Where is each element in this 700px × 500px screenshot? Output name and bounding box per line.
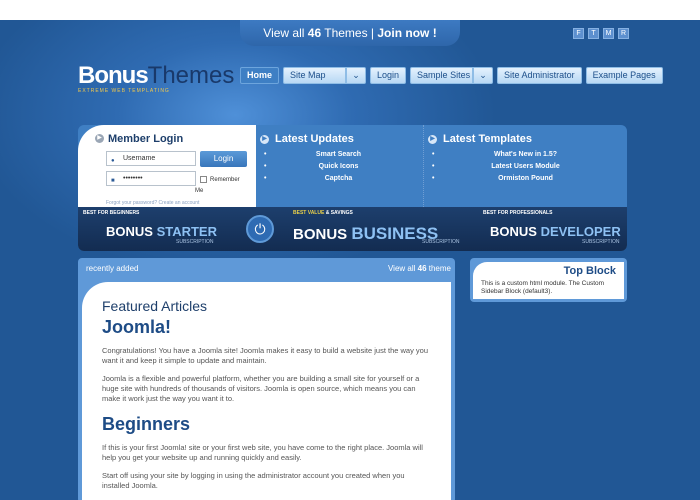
nav-sitemap-group: Site Map ⌄ xyxy=(283,67,367,84)
recently-added-label: recently added xyxy=(86,264,139,273)
featured-title: Featured Articles xyxy=(102,298,208,314)
plan-developer[interactable]: BEST FOR PROFESSIONALS BONUS DEVELOPER S… xyxy=(483,207,623,251)
rss-icon[interactable]: R xyxy=(618,28,629,39)
plan-sub: SUBSCRIPTION xyxy=(176,239,214,245)
latest-templates-title: Latest Templates xyxy=(443,133,533,145)
arrow-icon: ▶ xyxy=(428,135,437,144)
view-themes-banner[interactable]: View all 46 Themes | Join now ! xyxy=(240,20,460,46)
password-field[interactable]: ■ •••••••• xyxy=(106,171,196,186)
remember-label: Remember xyxy=(210,177,240,184)
plan-sub: SUBSCRIPTION xyxy=(582,239,620,245)
user-icon: ● xyxy=(111,158,115,164)
subscription-plans: BEST FOR BEGINNERS BONUS STARTER SUBSCRI… xyxy=(78,207,627,251)
article-paragraph: Start off using your site by logging in … xyxy=(102,471,405,490)
top-block-inner: Top Block This is a custom html module. … xyxy=(473,262,624,299)
remember-me[interactable]: Remember xyxy=(200,176,240,183)
page: View all 46 Themes | Join now ! F T M R … xyxy=(0,20,700,500)
theme-count: 46 xyxy=(307,26,322,40)
latest-templates: ▶ Latest Templates What's New in 1.5? Lat… xyxy=(423,125,627,207)
feature-strip: ▶ Member Login ● Username ■ •••••••• Login… xyxy=(78,125,627,251)
chevron-down-icon[interactable]: ⌄ xyxy=(473,67,494,84)
template-item[interactable]: Latest Users Module xyxy=(424,163,627,175)
nav-samples-group: Sample Sites ⌄ xyxy=(410,67,494,84)
plan-name: DEVELOPER xyxy=(540,224,621,239)
login-button[interactable]: Login xyxy=(200,151,247,167)
template-item[interactable]: What's New in 1.5? xyxy=(424,151,627,163)
social-icons: F T M R xyxy=(573,28,629,39)
plan-prefix: BONUS xyxy=(293,226,352,243)
facebook-icon[interactable]: F xyxy=(573,28,584,39)
update-item[interactable]: Smart Search xyxy=(256,151,421,163)
top-block-title: Top Block xyxy=(563,265,616,277)
mail-icon[interactable]: M xyxy=(603,28,614,39)
nav-home[interactable]: Home xyxy=(240,67,280,84)
main-content: recently added View all 46 theme Feature… xyxy=(78,258,455,500)
nav-login[interactable]: Login xyxy=(370,67,407,84)
article-paragraph: Joomla is a flexible and powerful platfo… xyxy=(102,374,420,403)
article-heading[interactable]: Beginners xyxy=(102,414,433,435)
main-nav: Home Site Map ⌄ Login Sample Sites ⌄ Sit… xyxy=(240,67,663,84)
lock-icon: ■ xyxy=(111,178,115,184)
twitter-icon[interactable]: T xyxy=(588,28,599,39)
plan-business[interactable]: BEST VALUE & SAVINGS BONUS BUSINESS SUBS… xyxy=(293,207,468,251)
plan-sub: SUBSCRIPTION xyxy=(422,239,460,245)
nav-example-pages[interactable]: Example Pages xyxy=(585,67,663,84)
update-item[interactable]: Captcha xyxy=(256,175,421,187)
chevron-down-icon[interactable]: ⌄ xyxy=(346,67,367,84)
remember-checkbox[interactable] xyxy=(200,176,207,183)
view-all-count: 46 xyxy=(417,264,427,273)
article-heading[interactable]: Joomla! xyxy=(102,317,433,338)
member-login-panel: ▶ Member Login ● Username ■ •••••••• Login… xyxy=(78,125,256,207)
nav-site-administrator[interactable]: Site Administrator xyxy=(497,67,582,84)
view-all-post: theme xyxy=(426,264,451,273)
plan-starter[interactable]: BEST FOR BEGINNERS BONUS STARTER SUBSCRI… xyxy=(83,207,223,251)
template-item[interactable]: Ormiston Pound xyxy=(424,175,627,187)
top-block-text: This is a custom html module. The Custom… xyxy=(481,280,605,295)
plan-name: STARTER xyxy=(156,224,217,239)
username-field[interactable]: ● Username xyxy=(106,151,196,166)
featured-articles: Featured Articles Joomla! Congratulation… xyxy=(82,282,451,500)
power-icon: ⏻ xyxy=(246,215,274,243)
plan-label-highlight: BEST VALUE xyxy=(293,210,325,216)
logo-bonus: Bonus xyxy=(78,62,149,89)
plan-prefix: BONUS xyxy=(490,224,541,239)
arrow-icon: ▶ xyxy=(95,134,104,143)
plan-prefix: BONUS xyxy=(106,224,157,239)
view-all-text: View all xyxy=(263,26,308,40)
join-now-link[interactable]: Join now ! xyxy=(377,26,436,40)
username-value: Username xyxy=(123,155,156,162)
plan-label: BEST FOR PROFESSIONALS xyxy=(483,210,553,216)
plan-label: BEST FOR BEGINNERS xyxy=(83,210,140,216)
article-paragraph: Congratulations! You have a Joomla site!… xyxy=(102,346,429,365)
view-all-themes-link[interactable]: View all 46 theme xyxy=(388,264,451,273)
member-login-title: Member Login xyxy=(108,133,184,145)
update-item[interactable]: Quick Icons xyxy=(256,163,421,175)
top-block: Top Block This is a custom html module. … xyxy=(470,258,627,302)
nav-sample-sites[interactable]: Sample Sites xyxy=(410,67,474,84)
top-banner: View all 46 Themes | Join now ! F T M R xyxy=(0,20,700,46)
password-value: •••••••• xyxy=(123,175,143,182)
themes-text: Themes | xyxy=(321,26,378,40)
forgot-links[interactable]: Forgot your password? Create an account xyxy=(106,200,199,206)
arrow-icon: ▶ xyxy=(260,135,269,144)
plan-label: & SAVINGS xyxy=(324,210,353,216)
latest-updates-title: Latest Updates xyxy=(275,133,354,145)
site-logo[interactable]: BonusThemes EXTREME WEB TEMPLATING xyxy=(78,62,234,94)
latest-updates: ▶ Latest Updates Smart Search Quick Icons… xyxy=(256,125,421,207)
view-all-pre: View all xyxy=(387,264,418,273)
article-paragraph: If this is your first Joomla! site or yo… xyxy=(102,443,423,462)
nav-sitemap[interactable]: Site Map xyxy=(283,67,347,84)
remember-me-label: Me xyxy=(195,188,204,194)
logo-themes: Themes xyxy=(147,62,235,89)
